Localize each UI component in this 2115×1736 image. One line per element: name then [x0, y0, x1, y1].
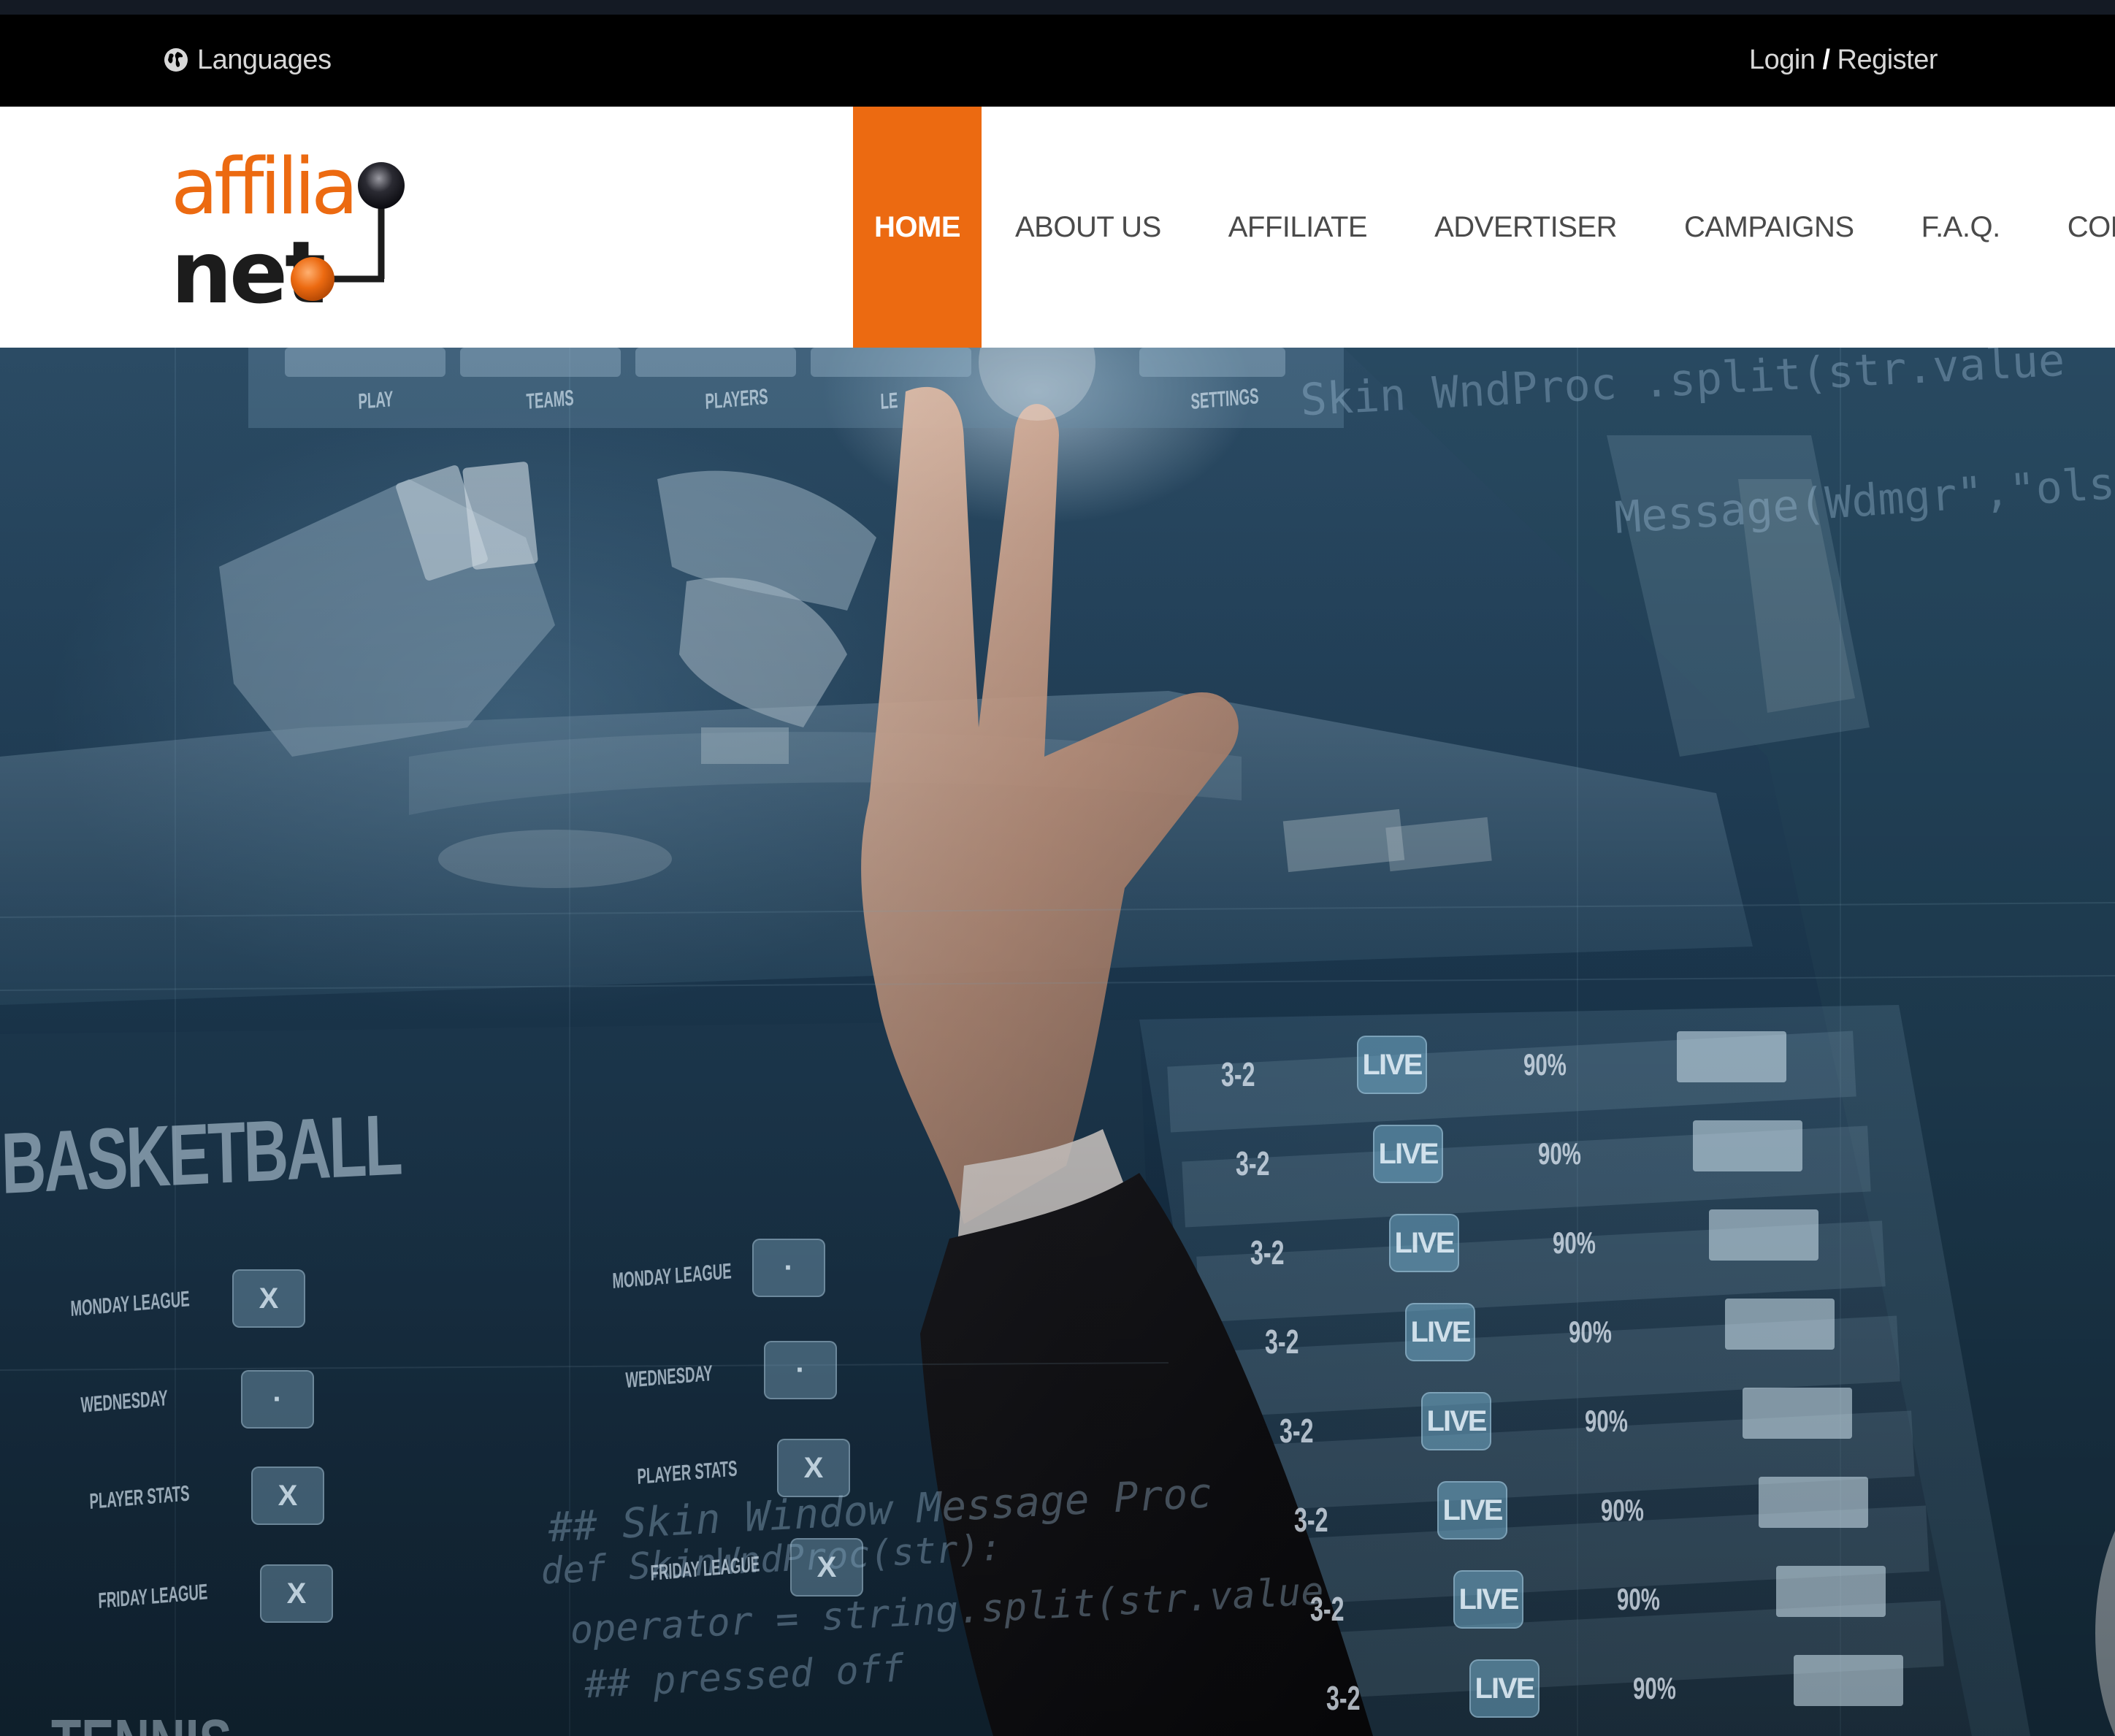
utility-bar: Languages Login / Register: [0, 15, 2115, 107]
nav-campaigns[interactable]: CAMPAIGNS: [1651, 107, 1888, 348]
live-badge: LIVE: [1357, 1036, 1427, 1094]
percent-value: 90%: [1569, 1315, 1612, 1349]
score-value: 3-2: [1294, 1501, 1328, 1539]
nav-affiliate[interactable]: AFFILIATE: [1195, 107, 1401, 348]
nav-about-us-label: ABOUT US: [1015, 210, 1161, 243]
nav-faq[interactable]: F.A.Q.: [1888, 107, 2034, 348]
main-menu: HOME ABOUT US AFFILIATE ADVERTISER CAMPA…: [853, 107, 2115, 348]
main-navbar: affilia net HOME ABOUT US AFFILIATE ADVE…: [0, 107, 2115, 348]
nav-advertiser[interactable]: ADVERTISER: [1401, 107, 1651, 348]
progress-bar: [1709, 1209, 1818, 1261]
percent-value: 90%: [1553, 1225, 1596, 1260]
nav-contact[interactable]: CONTACT: [2034, 107, 2115, 348]
progress-bar: [1776, 1566, 1886, 1617]
percent-value: 90%: [1585, 1404, 1628, 1438]
score-value: 3-2: [1236, 1144, 1270, 1182]
nav-home[interactable]: HOME: [853, 107, 982, 348]
score-value: 3-2: [1221, 1055, 1255, 1093]
nav-affiliate-label: AFFILIATE: [1228, 210, 1368, 243]
auth-separator: /: [1822, 44, 1830, 75]
auth-links: Login / Register: [1749, 42, 1938, 77]
percent-value: 90%: [1617, 1582, 1660, 1616]
register-link[interactable]: Register: [1837, 45, 1938, 76]
nav-faq-label: F.A.Q.: [1921, 210, 2001, 243]
percent-value: 90%: [1523, 1047, 1567, 1082]
hero-banner: PLAY TEAMS PLAYERS LE SETTINGS Skin WndP…: [0, 348, 2115, 1736]
score-value: 3-2: [1265, 1323, 1299, 1361]
nav-about-us[interactable]: ABOUT US: [982, 107, 1195, 348]
site-logo[interactable]: affilia net: [169, 133, 410, 323]
nav-campaigns-label: CAMPAIGNS: [1683, 210, 1854, 243]
score-value: 3-2: [1310, 1590, 1345, 1628]
login-link[interactable]: Login: [1749, 45, 1816, 76]
nav-advertiser-label: ADVERTISER: [1434, 210, 1617, 243]
progress-bar: [1725, 1299, 1835, 1350]
left-row-chip: X: [251, 1467, 324, 1525]
top-panel-tab: TEAMS: [526, 386, 575, 414]
top-panel-tab: LE: [880, 388, 898, 414]
globe-icon: [164, 48, 188, 72]
live-badge: LIVE: [1389, 1214, 1459, 1272]
live-badge: LIVE: [1453, 1570, 1523, 1629]
progress-bar: [1677, 1031, 1786, 1082]
mid-row-chip: ·: [764, 1341, 837, 1399]
progress-bar: [1693, 1120, 1802, 1171]
mid-row-chip: X: [777, 1439, 850, 1497]
score-value: 3-2: [1280, 1412, 1314, 1450]
languages-label: Languages: [197, 44, 332, 75]
screen-subtitle: TENNIS: [51, 1706, 232, 1736]
top-panel-tab: PLAY: [358, 386, 394, 414]
top-panel-tab: PLAYERS: [705, 384, 769, 414]
progress-bar: [1743, 1388, 1852, 1439]
live-badge: LIVE: [1373, 1125, 1443, 1183]
live-badge: LIVE: [1421, 1392, 1491, 1450]
nav-contact-label: CONTACT: [2067, 210, 2115, 243]
affilianet-logo: affilia net: [171, 142, 405, 323]
nav-home-label: HOME: [874, 210, 961, 243]
live-badge: LIVE: [1469, 1659, 1540, 1718]
live-badge: LIVE: [1437, 1481, 1507, 1540]
left-row-chip: ·: [241, 1370, 314, 1429]
logo-text-line1: affilia: [171, 142, 354, 232]
browser-top-strip: [0, 0, 2115, 15]
score-value: 3-2: [1250, 1234, 1285, 1272]
percent-value: 90%: [1538, 1136, 1581, 1171]
percent-value: 90%: [1633, 1671, 1676, 1705]
live-badge: LIVE: [1405, 1303, 1475, 1361]
screen-title: BASKETBALL: [0, 1096, 402, 1212]
languages-selector[interactable]: Languages: [164, 42, 332, 77]
mid-row-chip: X: [790, 1538, 863, 1597]
left-row-chip: X: [260, 1564, 333, 1623]
percent-value: 90%: [1601, 1493, 1644, 1527]
progress-bar: [1759, 1477, 1868, 1528]
mid-row-chip: ·: [752, 1239, 825, 1297]
left-row-chip: X: [232, 1269, 305, 1328]
progress-bar: [1794, 1655, 1903, 1706]
score-value: 3-2: [1326, 1679, 1361, 1717]
